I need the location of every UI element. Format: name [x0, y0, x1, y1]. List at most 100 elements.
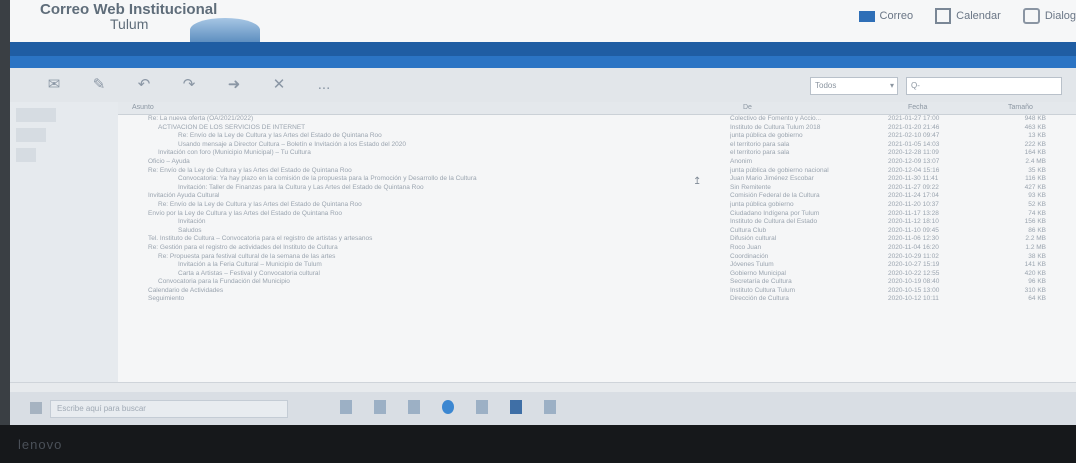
store-icon[interactable] [510, 400, 522, 414]
mail-link[interactable]: Correo [858, 8, 914, 24]
calendar-link[interactable]: Calendar [935, 8, 1001, 24]
forward-icon[interactable]: ➜ [220, 73, 248, 95]
monitor-bezel: lenovo [0, 425, 1076, 463]
search-scope-select[interactable]: Todos ▾ [810, 77, 898, 95]
taskbar-apps [340, 400, 556, 414]
table-row[interactable]: Re: La nueva oferta (OA/2021/2022) Colect… [118, 115, 1076, 124]
message-from: Difusión cultural [730, 235, 777, 243]
table-row[interactable]: Invitación Instituto de Cultura del Estad… [118, 218, 1076, 227]
message-date: 2020-11-27 09:22 [888, 183, 939, 191]
delete-icon[interactable]: ✕ [265, 73, 293, 95]
table-row[interactable]: Calendario de Actividades Instituto Cultu… [118, 287, 1076, 296]
message-size: 420 KB [1024, 269, 1046, 277]
message-size: 156 KB [1024, 218, 1046, 226]
nav-bar [10, 42, 1076, 56]
message-size: 164 KB [1024, 149, 1046, 157]
folder-item[interactable] [16, 148, 36, 162]
mouse-cursor-icon: ↥ [693, 176, 702, 187]
message-list: Asunto De Fecha Tamaño Re: La nueva ofer… [118, 102, 1076, 392]
message-subject: Re: Envío de la Ley de Cultura y las Art… [158, 200, 362, 208]
message-date: 2020-12-04 15:16 [888, 166, 940, 174]
mail-app-icon[interactable] [544, 400, 556, 414]
table-row[interactable]: Invitación: Taller de Finanzas para la C… [118, 184, 1076, 193]
message-subject: Re: La nueva oferta (OA/2021/2022) [148, 115, 254, 122]
message-from: Secretaría de Cultura [730, 278, 792, 286]
task-view-icon[interactable] [374, 400, 386, 414]
message-subject: Seguimiento [148, 295, 185, 303]
table-row[interactable]: Re: Envío de la Ley de Cultura y las Art… [118, 201, 1076, 210]
folder-icon[interactable] [476, 400, 488, 414]
compose-icon[interactable]: ✎ [85, 73, 113, 95]
message-size: 463 KB [1024, 123, 1046, 131]
mail-link-label: Correo [879, 10, 914, 22]
message-size: 96 KB [1028, 278, 1046, 286]
table-row[interactable]: Envío por la Ley de Cultura y las Artes … [118, 210, 1076, 219]
message-subject: Re: Envío de la Ley de Cultura y las Art… [148, 166, 352, 174]
file-explorer-icon[interactable] [408, 400, 420, 414]
table-row[interactable]: Re: Envío de la Ley de Cultura y las Art… [118, 167, 1076, 176]
table-row[interactable]: Re: Envío de la Ley de Cultura y las Art… [118, 132, 1076, 141]
message-size: 13 KB [1028, 132, 1046, 140]
message-subject: Carta a Artistas – Festival y Convocator… [178, 269, 320, 277]
message-subject: Convocatoria para la Fundación del Munic… [158, 278, 290, 286]
table-row[interactable]: Invitación con foro (Municipio Municipal… [118, 149, 1076, 158]
chevron-down-icon: ▾ [889, 81, 894, 90]
column-date[interactable]: Fecha [908, 104, 927, 111]
search-input[interactable]: Q- [906, 77, 1062, 95]
calendar-icon [935, 8, 952, 24]
address-book-link[interactable]: Dialog [1022, 8, 1076, 24]
edge-icon[interactable] [442, 400, 454, 414]
cortana-icon[interactable] [340, 400, 352, 414]
taskbar-search-input[interactable]: Escribe aquí para buscar [50, 400, 288, 418]
address-book-icon [1022, 8, 1040, 24]
column-size[interactable]: Tamaño [1008, 104, 1033, 111]
message-from: el territorio para sala [730, 140, 790, 148]
message-from: Ciudadano Indígena por Tulum [730, 209, 820, 217]
message-subject: Re: Gestión para el registro de activida… [148, 243, 338, 251]
message-from: Instituto de Cultura Tulum 2018 [730, 123, 821, 131]
table-row[interactable]: Convocatoria: Ya hay plazo en la comisió… [118, 175, 1076, 184]
message-date: 2021-01-20 21:46 [888, 123, 940, 131]
message-date: 2020-11-24 17:04 [888, 192, 939, 200]
message-subject: Invitación: Taller de Finanzas para la C… [178, 183, 424, 191]
table-row[interactable]: ACTIVACION DE LOS SERVICIOS DE INTERNET I… [118, 124, 1076, 133]
table-row[interactable]: Seguimiento Dirección de Cultura 2020-10-1… [118, 295, 1076, 304]
table-row[interactable]: Carta a Artistas – Festival y Convocator… [118, 270, 1076, 279]
message-date: 2020-11-17 13:28 [888, 209, 939, 217]
message-from: Instituto de Cultura del Estado [730, 218, 818, 226]
table-row[interactable]: Re: Propuesta para festival cultural de … [118, 253, 1076, 262]
logo-wave [190, 18, 260, 42]
message-from: Coordinación [730, 252, 769, 260]
folder-item[interactable] [16, 108, 56, 122]
folder-item[interactable] [16, 128, 46, 142]
reply-all-icon[interactable]: ↷ [175, 73, 203, 95]
message-subject: Usando mensaje a Director Cultura – Bole… [178, 140, 406, 148]
table-row[interactable]: Oficio – Ayuda Anonim 2020-12-09 13:07 2.4 … [118, 158, 1076, 167]
message-date: 2020-11-30 11:41 [888, 175, 939, 183]
message-from: Roco Juan [730, 243, 762, 251]
windows-start-icon[interactable] [30, 402, 42, 414]
message-date: 2020-11-12 18:10 [888, 218, 939, 226]
message-from: Jóvenes Tulum [730, 261, 774, 269]
column-from[interactable]: De [743, 104, 752, 111]
mail-toolbar: ✉ ✎ ↶ ↷ ➜ ✕ ... Todos ▾ Q- [10, 68, 1076, 103]
table-row[interactable]: Invitación a la Feria Cultural – Municip… [118, 261, 1076, 270]
table-row[interactable]: Convocatoria para la Fundación del Munic… [118, 278, 1076, 287]
check-mail-icon[interactable]: ✉ [40, 73, 68, 95]
message-size: 116 KB [1025, 175, 1046, 183]
table-row[interactable]: Invitación Ayuda Cultural Comisión Federa… [118, 192, 1076, 201]
column-subject[interactable]: Asunto [132, 104, 154, 111]
more-icon[interactable]: ... [310, 73, 338, 95]
table-row[interactable]: Usando mensaje a Director Cultura – Bole… [118, 141, 1076, 150]
table-row[interactable]: Re: Gestión para el registro de activida… [118, 244, 1076, 253]
message-subject: Convocatoria: Ya hay plazo en la comisió… [178, 175, 477, 183]
table-row[interactable]: Saludos Cultura Club 2020-11-10 09:45 86 KB [118, 227, 1076, 236]
message-date: 2020-12-09 13:07 [888, 157, 940, 165]
message-subject: Re: Propuesta para festival cultural de … [158, 252, 336, 260]
message-subject: Invitación Ayuda Cultural [148, 192, 220, 200]
message-from: Juan Mario Jiménez Escobar [730, 175, 814, 183]
monitor-screen: Correo Web Institucional Tulum Correo Ca… [10, 0, 1076, 425]
message-subject: Invitación [178, 218, 206, 226]
reply-icon[interactable]: ↶ [130, 73, 158, 95]
table-row[interactable]: Tel. Instituto de Cultura – Convocatoria… [118, 235, 1076, 244]
